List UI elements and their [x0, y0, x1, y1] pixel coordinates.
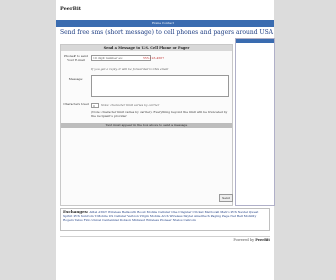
reply-note: If you get a reply, it will be forwarded… [91, 67, 169, 71]
chars-note: Note: character limit varies by carrier [101, 103, 160, 107]
sms-form: Send a Message to U.S. Cell Phone or Pag… [60, 44, 233, 206]
phone-label: Phone# to send Your E-mail [63, 54, 89, 62]
right-sidebar [235, 38, 275, 206]
phone-input[interactable]: 10 digit number ex: [91, 55, 151, 61]
footer: Powered by PeerBit [60, 236, 270, 243]
sidebar-header [236, 39, 274, 43]
form-title: Send a Message to U.S. Cell Phone or Pag… [61, 45, 232, 51]
exchanges-list: Exchanges: Alltel AT&T Wireless Bellsout… [60, 208, 270, 231]
phone-placeholder: 10 digit number ex: [93, 56, 123, 60]
form-bottom-bar: Text must appear in the box above to sen… [61, 123, 232, 128]
limit-note: (Note: character limit varies by carrier… [91, 110, 228, 118]
page-title: Send free sms (short message) to cell ph… [60, 29, 274, 36]
exchanges-links[interactable]: Alltel AT&T Wireless Bellsouth Boost Mob… [63, 210, 258, 222]
message-label: Message: [68, 77, 84, 81]
nav-bar: Home Contact [56, 20, 274, 27]
chars-label: Characters Used [63, 102, 89, 106]
powered-by-label: Powered by [233, 238, 255, 242]
phone-example: 555-123-4567 [143, 56, 165, 60]
chars-counter: 0 [91, 103, 99, 108]
send-button[interactable]: Send [219, 194, 233, 202]
powered-by-brand[interactable]: PeerBit [255, 238, 270, 242]
message-textarea[interactable] [91, 75, 229, 97]
nav-links[interactable]: Home Contact [152, 20, 174, 27]
site-logo[interactable]: PeerBit [60, 6, 81, 12]
